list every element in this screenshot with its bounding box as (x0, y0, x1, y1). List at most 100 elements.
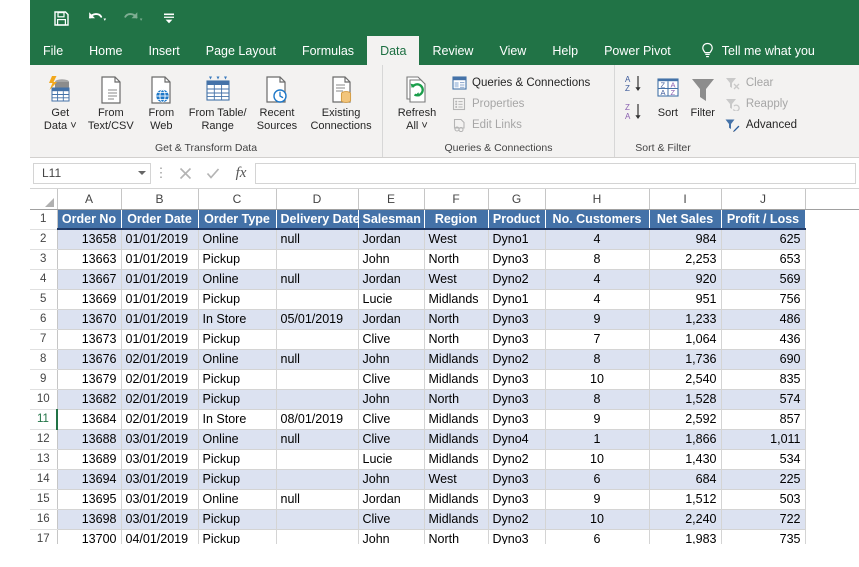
cell-H5[interactable]: 4 (545, 289, 650, 310)
cell-H8[interactable]: 8 (545, 349, 650, 370)
cell-K13[interactable] (805, 449, 859, 469)
name-box[interactable]: L11 (33, 162, 151, 184)
cell-C12[interactable]: Online (198, 429, 277, 450)
cell-A15[interactable]: 13695 (57, 489, 122, 510)
cell-J6[interactable]: 486 (721, 309, 806, 330)
cell-H16[interactable]: 10 (545, 509, 650, 530)
advanced-filter-button[interactable]: Advanced (720, 114, 802, 135)
cell-I7[interactable]: 1,064 (649, 329, 722, 350)
cell-A8[interactable]: 13676 (57, 349, 122, 370)
cell-G5[interactable]: Dyno1 (488, 289, 546, 310)
cell-G17[interactable]: Dyno3 (488, 529, 546, 544)
cell-I15[interactable]: 1,512 (649, 489, 722, 510)
cell-H3[interactable]: 8 (545, 249, 650, 270)
tab-insert[interactable]: Insert (136, 36, 193, 65)
existing-connections-button[interactable]: Existing Connections (305, 69, 377, 132)
cell-B13[interactable]: 03/01/2019 (121, 449, 199, 470)
cell-B14[interactable]: 03/01/2019 (121, 469, 199, 490)
cell-J2[interactable]: 625 (721, 229, 806, 250)
cell-C8[interactable]: Online (198, 349, 277, 370)
cell-K8[interactable] (805, 349, 859, 369)
cell-F10[interactable]: North (424, 389, 489, 410)
column-header-b[interactable]: B (121, 189, 199, 210)
table-row[interactable]: 13 13689 03/01/2019 Pickup Lucie Midlands Dyno… (30, 449, 859, 470)
cell-B8[interactable]: 02/01/2019 (121, 349, 199, 370)
cell-E9[interactable]: Clive (358, 369, 425, 390)
table-row[interactable]: 14 13694 03/01/2019 Pickup John West Dyno3 6 684… (30, 469, 859, 490)
cell-A5[interactable]: 13669 (57, 289, 122, 310)
cell-I10[interactable]: 1,528 (649, 389, 722, 410)
clear-filter-button[interactable]: Clear (720, 72, 802, 93)
cell-E3[interactable]: John (358, 249, 425, 270)
cell-E12[interactable]: Clive (358, 429, 425, 450)
cell-K2[interactable] (805, 229, 859, 249)
cell-G8[interactable]: Dyno2 (488, 349, 546, 370)
cell-I6[interactable]: 1,233 (649, 309, 722, 330)
cell-C9[interactable]: Pickup (198, 369, 277, 390)
cell-D11[interactable]: 08/01/2019 (276, 409, 359, 430)
cell-H4[interactable]: 4 (545, 269, 650, 290)
table-row[interactable]: 15 13695 03/01/2019 Online null Jordan Midland… (30, 489, 859, 510)
cell-J17[interactable]: 735 (721, 529, 806, 544)
sort-descending-button[interactable]: ZA (623, 101, 647, 127)
cell-I3[interactable]: 2,253 (649, 249, 722, 270)
cell-D10[interactable] (276, 389, 359, 410)
cell-I2[interactable]: 984 (649, 229, 722, 250)
from-web-button[interactable]: From Web (136, 69, 187, 132)
row-header-6[interactable]: 6 (30, 309, 58, 330)
cell-H2[interactable]: 4 (545, 229, 650, 250)
cell-C17[interactable]: Pickup (198, 529, 277, 544)
cell-K7[interactable] (805, 329, 859, 349)
cell-E6[interactable]: Jordan (358, 309, 425, 330)
cell-D6[interactable]: 05/01/2019 (276, 309, 359, 330)
table-row[interactable]: 16 13698 03/01/2019 Pickup Clive Midlands Dyno… (30, 509, 859, 530)
cell-A10[interactable]: 13682 (57, 389, 122, 410)
table-row[interactable]: 7 13673 01/01/2019 Pickup Clive North Dyno3 7 1,… (30, 329, 859, 350)
cell-E10[interactable]: John (358, 389, 425, 410)
cell-D2[interactable]: null (276, 229, 359, 250)
cell-D16[interactable] (276, 509, 359, 530)
cell-J3[interactable]: 653 (721, 249, 806, 270)
cell-I8[interactable]: 1,736 (649, 349, 722, 370)
cell-F12[interactable]: Midlands (424, 429, 489, 450)
row-header-13[interactable]: 13 (30, 449, 58, 470)
cell-H9[interactable]: 10 (545, 369, 650, 390)
cell-K12[interactable] (805, 429, 859, 449)
cell-C7[interactable]: Pickup (198, 329, 277, 350)
row-header-8[interactable]: 8 (30, 349, 58, 370)
cell-I17[interactable]: 1,983 (649, 529, 722, 544)
cell-H13[interactable]: 10 (545, 449, 650, 470)
cell-K11[interactable] (805, 409, 859, 429)
cell-C16[interactable]: Pickup (198, 509, 277, 530)
cell-C10[interactable]: Pickup (198, 389, 277, 410)
sort-dialog-button[interactable]: Z A A Z Sort (650, 69, 686, 120)
cell-J4[interactable]: 569 (721, 269, 806, 290)
tab-page-layout[interactable]: Page Layout (193, 36, 289, 65)
cell-H11[interactable]: 9 (545, 409, 650, 430)
cell-E14[interactable]: John (358, 469, 425, 490)
save-icon[interactable] (50, 7, 72, 29)
cell-E16[interactable]: Clive (358, 509, 425, 530)
cell-A17[interactable]: 13700 (57, 529, 122, 544)
cell-B4[interactable]: 01/01/2019 (121, 269, 199, 290)
cell-J7[interactable]: 436 (721, 329, 806, 350)
customize-quick-access-icon[interactable] (158, 7, 180, 29)
row-header-3[interactable]: 3 (30, 249, 58, 270)
table-row[interactable]: 9 13679 02/01/2019 Pickup Clive Midlands Dyno3… (30, 369, 859, 390)
cell-B5[interactable]: 01/01/2019 (121, 289, 199, 310)
cell-J8[interactable]: 690 (721, 349, 806, 370)
cell-A11[interactable]: 13684 (57, 409, 122, 430)
column-header-a[interactable]: A (57, 189, 122, 210)
cell-H10[interactable]: 8 (545, 389, 650, 410)
cell-B2[interactable]: 01/01/2019 (121, 229, 199, 250)
cell-C6[interactable]: In Store (198, 309, 277, 330)
cell-J11[interactable]: 857 (721, 409, 806, 430)
cancel-icon[interactable] (171, 162, 199, 184)
worksheet-grid[interactable]: A B C D E F G H I J 1 Order No Order Dat… (30, 189, 859, 544)
table-row[interactable]: 8 13676 02/01/2019 Online null John Midlands Dy… (30, 349, 859, 370)
cell-F14[interactable]: West (424, 469, 489, 490)
cell-A6[interactable]: 13670 (57, 309, 122, 330)
cell-D3[interactable] (276, 249, 359, 270)
table-row[interactable]: 11 13684 02/01/2019 In Store 08/01/2019 Clive… (30, 409, 859, 430)
from-text-csv-button[interactable]: From Text/CSV (86, 69, 137, 132)
